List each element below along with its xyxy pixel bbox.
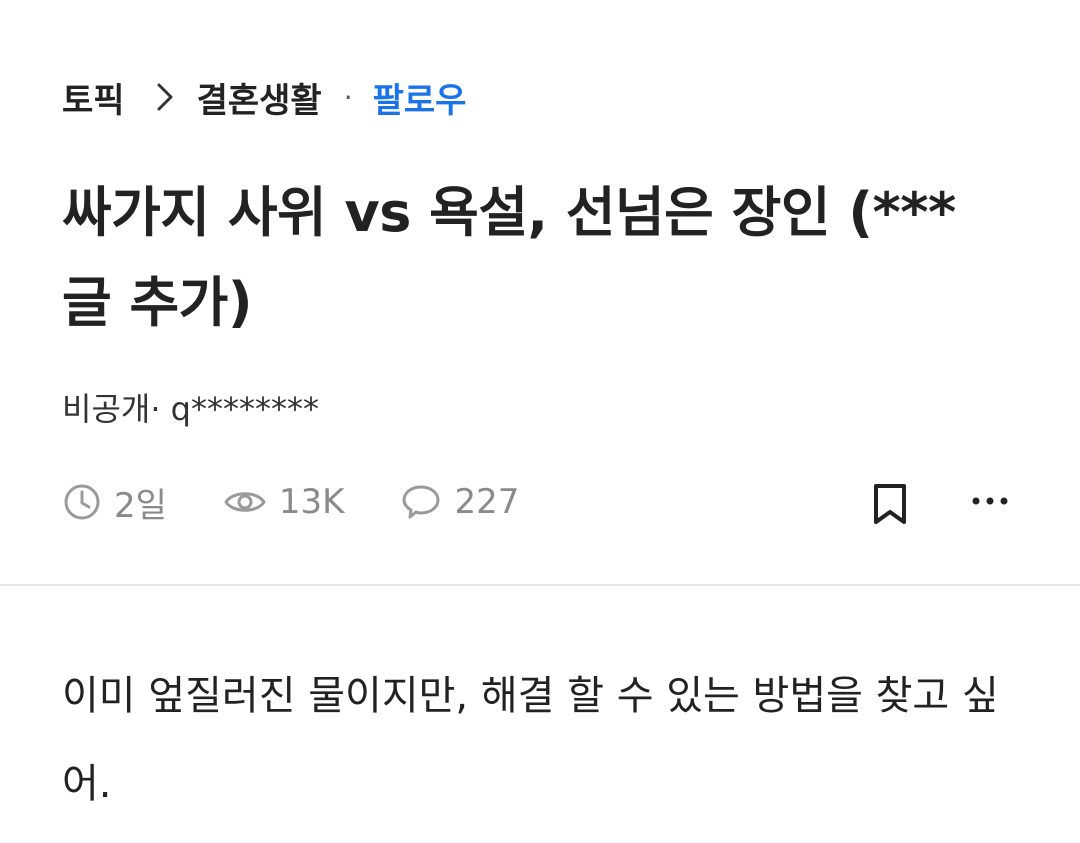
more-horizontal-icon [972,497,1008,505]
eye-icon [224,492,266,512]
breadcrumb-topic[interactable]: 토픽 [62,73,125,122]
post-views: 13K [223,482,345,522]
follow-button[interactable]: 팔로우 [373,73,467,122]
bookmark-icon [874,484,906,524]
post-time-value: 2일 [114,485,167,526]
speech-bubble-icon [402,485,440,519]
breadcrumb: 토픽 결혼생활 · 팔로우 [62,72,466,122]
post-title: 싸가지 사위 vs 욕설, 선넘은 장인 (*** 글 추가) [62,181,956,334]
clock-icon [64,484,100,520]
breadcrumb-category[interactable]: 결혼생활 [197,73,322,122]
more-options-button[interactable] [968,486,1012,516]
post-time: 2일 [62,478,167,527]
section-divider [0,584,1080,586]
breadcrumb-separator: · [343,80,353,114]
post-views-value: 13K [278,482,345,522]
bookmark-button[interactable] [870,482,910,526]
post-author[interactable]: 비공개· q******** [62,384,319,430]
post-comments[interactable]: 227 [400,482,519,522]
post-comments-value: 227 [454,482,520,522]
post-body: 이미 엎질러진 물이지만, 해결 할 수 있는 방법을 찾고 싶어. [62,673,999,807]
post-meta: 2일 13K 227 [62,476,519,528]
chevron-right-icon [155,81,175,113]
